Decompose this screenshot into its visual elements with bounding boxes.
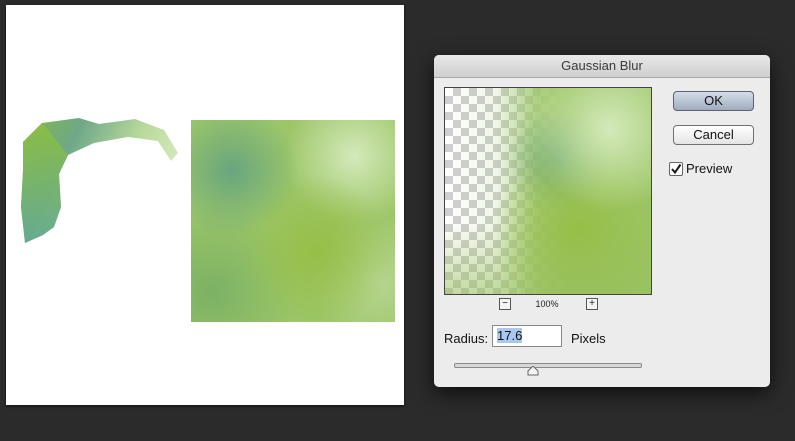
slider-thumb-icon[interactable] [527,366,539,376]
blurred-layer [191,120,395,322]
radius-label: Radius: [444,331,489,346]
zoom-level: 100% [535,299,559,309]
preview-label: Preview [686,161,733,176]
gaussian-blur-dialog: Gaussian Blur − 100% + OK Cancel Preview… [434,55,770,387]
cancel-button[interactable]: Cancel [673,125,754,145]
preview-checkbox[interactable] [669,162,683,176]
document-canvas[interactable] [6,5,404,405]
artwork-shape [21,118,178,243]
radius-input[interactable]: 17.6 [492,325,562,347]
preview-pane[interactable] [444,87,652,295]
radius-value: 17.6 [497,328,523,343]
dialog-title[interactable]: Gaussian Blur [434,55,770,78]
units-label: Pixels [571,331,606,346]
zoom-in-icon[interactable]: + [586,298,598,310]
preview-image [445,88,651,294]
checkmark-icon [671,163,682,175]
radius-slider[interactable] [454,363,642,368]
ok-button[interactable]: OK [673,91,754,111]
zoom-controls: − 100% + [497,298,598,312]
